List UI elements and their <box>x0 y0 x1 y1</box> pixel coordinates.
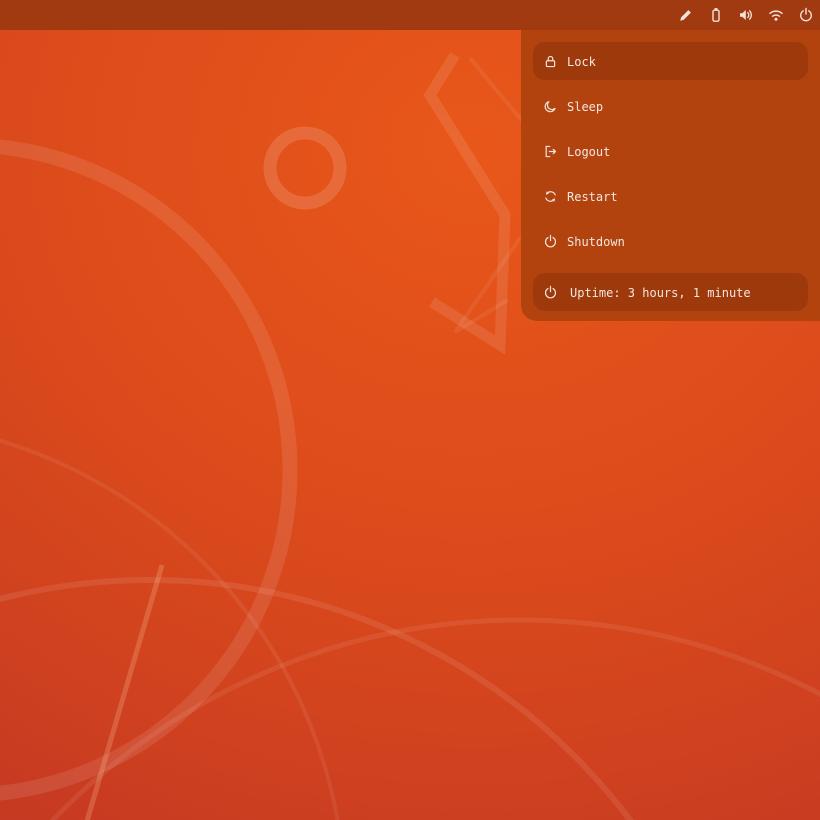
wifi-icon[interactable] <box>767 7 784 24</box>
power-icon <box>543 234 558 249</box>
uptime-row: Uptime: 3 hours, 1 minute <box>533 273 808 311</box>
menu-item-restart[interactable]: Restart <box>533 177 808 215</box>
power-icon[interactable] <box>797 7 814 24</box>
uptime-label: Uptime: 3 hours, 1 minute <box>570 285 751 300</box>
menu-item-label: Logout <box>567 144 611 159</box>
menu-item-shutdown[interactable]: Shutdown <box>533 222 808 260</box>
restart-arrows-icon <box>543 189 558 204</box>
lock-icon <box>543 54 558 69</box>
menu-item-lock[interactable]: Lock <box>533 42 808 80</box>
power-icon <box>543 285 558 300</box>
moon-icon <box>543 99 558 114</box>
volume-icon[interactable] <box>737 7 754 24</box>
edit-pencil-icon[interactable] <box>677 7 694 24</box>
battery-icon[interactable] <box>707 7 724 24</box>
menu-item-label: Sleep <box>567 99 604 114</box>
menu-item-label: Shutdown <box>567 234 625 249</box>
menu-item-sleep[interactable]: Sleep <box>533 87 808 125</box>
menu-item-label: Restart <box>567 189 618 204</box>
logout-arrow-icon <box>543 144 558 159</box>
menu-item-logout[interactable]: Logout <box>533 132 808 170</box>
desktop: Lock Sleep Logout Restart Shutdown Uptim… <box>0 0 820 820</box>
top-bar <box>0 0 820 30</box>
power-menu-panel: Lock Sleep Logout Restart Shutdown Uptim… <box>521 30 820 321</box>
menu-item-label: Lock <box>567 54 596 69</box>
